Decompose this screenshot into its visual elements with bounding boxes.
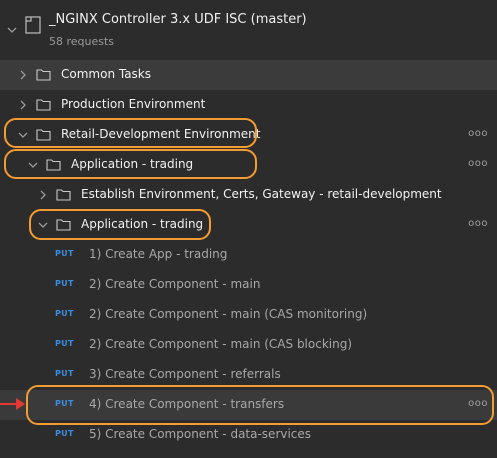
method-badge: PUT — [55, 369, 74, 378]
collection-title[interactable]: _NGINX Controller 3.x UDF ISC (master) — [49, 12, 307, 27]
request-item[interactable]: PUT 2) Create Component - main (CAS bloc… — [0, 330, 497, 360]
folder-common-tasks[interactable]: Common Tasks — [0, 60, 497, 90]
collection-header[interactable]: _NGINX Controller 3.x UDF ISC (master) 5… — [0, 0, 497, 60]
folder-label: Production Environment — [61, 97, 206, 111]
chevron-right-icon[interactable] — [37, 189, 49, 201]
folder-label: Application - trading — [71, 157, 194, 171]
method-badge: PUT — [55, 399, 74, 408]
more-options-icon[interactable]: ooo — [468, 398, 488, 409]
method-badge: PUT — [55, 339, 74, 348]
request-count: 58 requests — [49, 35, 115, 48]
more-options-icon[interactable]: ooo — [468, 218, 488, 229]
method-badge: PUT — [55, 309, 74, 318]
request-item-selected[interactable]: PUT 4) Create Component - transfers ooo — [0, 390, 497, 420]
request-label: 2) Create Component - main (CAS monitori… — [89, 307, 368, 321]
list-bottom — [0, 452, 497, 458]
folder-label: Application - trading — [81, 217, 204, 231]
request-item[interactable]: PUT 2) Create Component - main (CAS moni… — [0, 300, 497, 330]
folder-icon — [46, 159, 61, 171]
red-arrow-icon — [0, 398, 25, 410]
folder-label: Common Tasks — [61, 67, 152, 81]
folder-icon — [56, 189, 71, 201]
request-item[interactable]: PUT 2) Create Component - main — [0, 270, 497, 300]
more-options-icon[interactable]: ooo — [468, 158, 488, 169]
chevron-down-icon[interactable] — [27, 159, 39, 171]
folder-icon — [36, 69, 51, 81]
folder-application-trading-nested[interactable]: Application - trading ooo — [0, 210, 497, 240]
folder-establish-environment[interactable]: Establish Environment, Certs, Gateway - … — [0, 180, 497, 210]
chevron-right-icon[interactable] — [17, 99, 29, 111]
chevron-down-icon[interactable] — [37, 219, 49, 231]
more-options-icon[interactable]: ooo — [468, 128, 488, 139]
folder-icon — [36, 129, 51, 141]
method-badge: PUT — [55, 429, 74, 438]
folder-production-environment[interactable]: Production Environment — [0, 90, 497, 120]
request-item[interactable]: PUT 5) Create Component - data-services — [0, 420, 497, 450]
chevron-down-icon[interactable] — [17, 129, 29, 141]
collection-icon — [25, 16, 41, 34]
request-label: 5) Create Component - data-services — [89, 427, 312, 441]
request-item[interactable]: PUT 3) Create Component - referrals — [0, 360, 497, 390]
folder-icon — [56, 219, 71, 231]
request-label: 4) Create Component - transfers — [89, 397, 285, 411]
chevron-down-icon[interactable] — [6, 24, 18, 36]
folder-icon — [36, 99, 51, 111]
folder-label: Retail-Development Environment — [61, 127, 261, 141]
folder-application-trading[interactable]: Application - trading ooo — [0, 150, 497, 180]
method-badge: PUT — [55, 249, 74, 258]
folder-retail-development-environment[interactable]: Retail-Development Environment ooo — [0, 120, 497, 150]
request-label: 2) Create Component - main — [89, 277, 261, 291]
chevron-right-icon[interactable] — [17, 69, 29, 81]
method-badge: PUT — [55, 279, 74, 288]
request-label: 2) Create Component - main (CAS blocking… — [89, 337, 353, 351]
request-label: 3) Create Component - referrals — [89, 367, 281, 381]
request-label: 1) Create App - trading — [89, 247, 228, 261]
request-item[interactable]: PUT 1) Create App - trading — [0, 240, 497, 270]
folder-label: Establish Environment, Certs, Gateway - … — [81, 187, 442, 201]
